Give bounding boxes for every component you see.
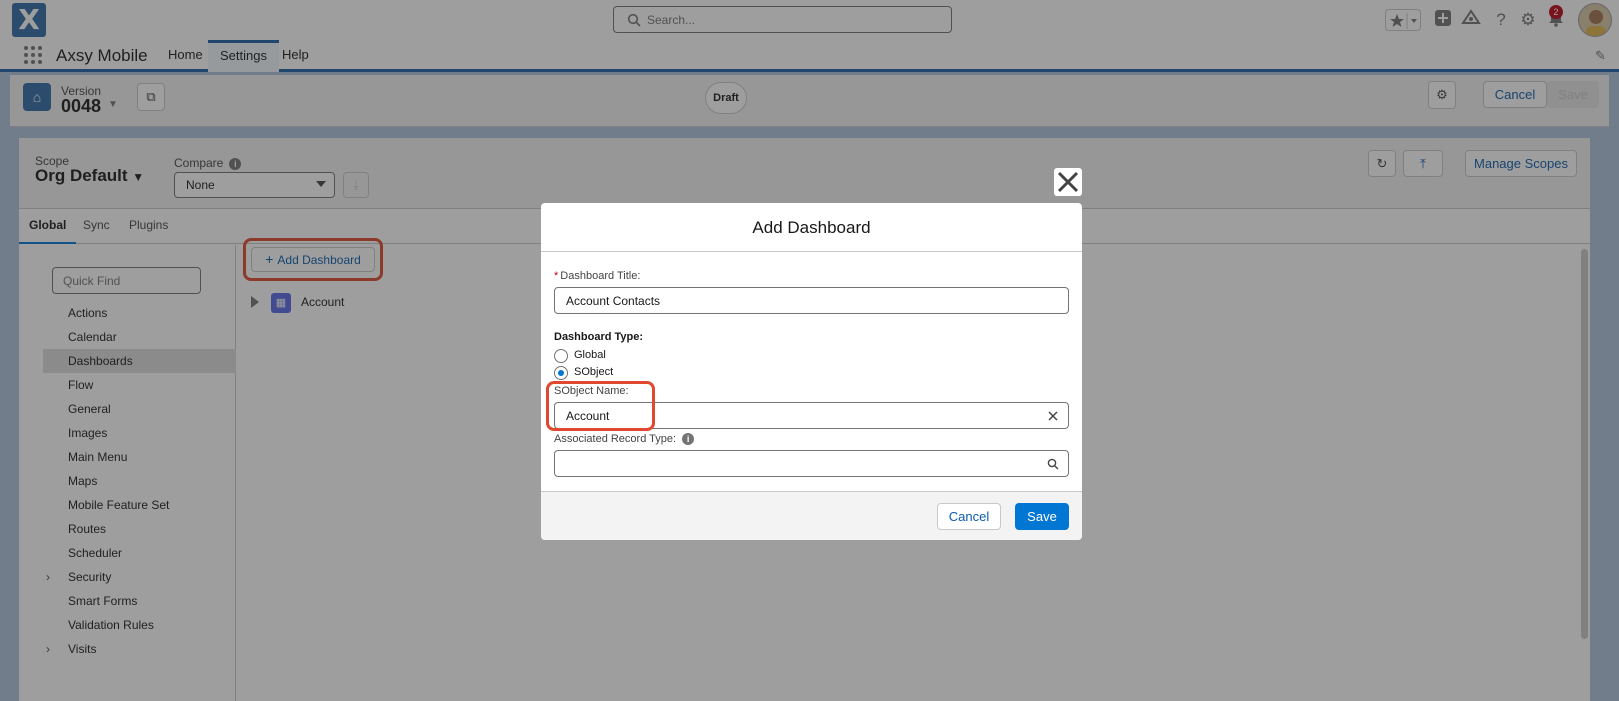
required-marker: * xyxy=(554,270,559,282)
dashboard-type-label: Dashboard Type: xyxy=(554,331,644,343)
info-icon[interactable]: i xyxy=(682,433,695,446)
radio-button[interactable] xyxy=(554,366,568,380)
radio-label: Global xyxy=(574,349,606,361)
record-type-input[interactable] xyxy=(554,450,1069,477)
modal-footer: Cancel Save xyxy=(541,491,1082,540)
modal-cancel-button[interactable]: Cancel xyxy=(937,503,1001,530)
add-dashboard-modal: Add Dashboard * Dashboard Title: Account … xyxy=(541,203,1082,540)
dashboard-title-label: * Dashboard Title: xyxy=(554,270,641,282)
highlight-ring xyxy=(546,381,655,431)
close-icon xyxy=(1057,171,1079,193)
radio-label: SObject xyxy=(574,366,614,378)
dashboard-title-value: Account Contacts xyxy=(566,294,661,308)
modal-title: Add Dashboard xyxy=(541,203,1082,252)
clear-icon[interactable] xyxy=(1048,411,1058,421)
modal-close-button[interactable] xyxy=(1054,168,1082,196)
dashboard-title-input[interactable]: Account Contacts xyxy=(554,287,1069,314)
record-type-label: Associated Record Type: i xyxy=(554,433,695,446)
search-icon xyxy=(1047,458,1059,470)
modal-save-button[interactable]: Save xyxy=(1015,503,1069,530)
radio-button[interactable] xyxy=(554,349,568,363)
